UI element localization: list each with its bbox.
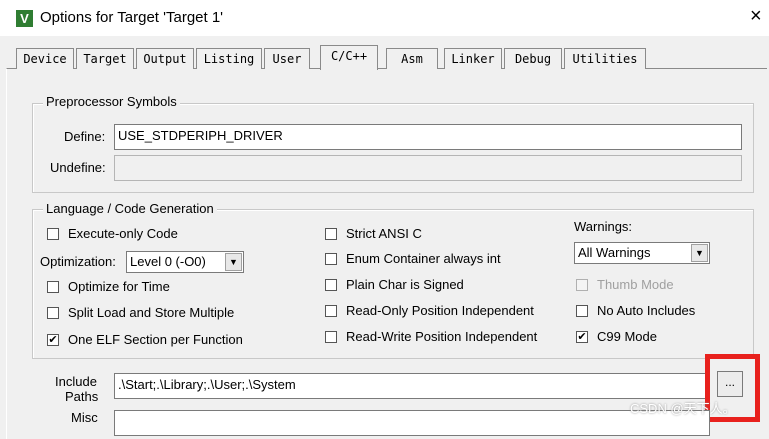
split-load-label: Split Load and Store Multiple [68,305,235,320]
tab-c-cpp[interactable]: C/C++ [320,45,378,70]
strict-ansi-label: Strict ANSI C [346,226,422,241]
tab-output[interactable]: Output [136,48,194,69]
chevron-down-icon[interactable]: ▼ [225,253,242,271]
warnings-label: Warnings: [574,219,633,234]
optimize-time-label: Optimize for Time [68,279,170,294]
rw-pi-checkbox[interactable] [325,331,337,343]
undefine-input[interactable] [114,155,742,181]
thumb-mode-label: Thumb Mode [597,277,674,292]
optimize-time-checkbox[interactable] [47,281,59,293]
define-label: Define: [64,129,106,144]
include-label-line1: Include [55,374,97,389]
watermark: CSDN @天下人。 [630,401,736,416]
c99-mode-label: C99 Mode [597,329,657,344]
optimization-label: Optimization: [40,254,116,269]
window-title: Options for Target 'Target 1' [40,9,224,26]
preprocessor-legend: Preprocessor Symbols [43,94,180,109]
tab-target[interactable]: Target [76,48,134,69]
strict-ansi-checkbox[interactable] [325,228,337,240]
tab-device[interactable]: Device [16,48,74,69]
warnings-value: All Warnings [578,245,651,260]
close-icon[interactable]: × [750,5,762,28]
plain-char-label: Plain Char is Signed [346,277,464,292]
misc-label: Misc [71,410,98,425]
codegen-legend: Language / Code Generation [43,201,217,216]
tab-debug[interactable]: Debug [504,48,562,69]
optimization-select[interactable]: Level 0 (-O0) ▼ [126,251,244,273]
tab-user[interactable]: User [264,48,310,69]
execute-only-checkbox[interactable] [47,228,59,240]
one-elf-checkbox[interactable]: ✔ [47,334,59,346]
warnings-select[interactable]: All Warnings ▼ [574,242,710,264]
chevron-down-icon[interactable]: ▼ [691,244,708,262]
define-input[interactable]: USE_STDPERIPH_DRIVER [114,124,742,150]
enum-int-label: Enum Container always int [346,251,501,266]
no-auto-includes-checkbox[interactable] [576,305,588,317]
tab-asm[interactable]: Asm [386,48,438,69]
keil-app-icon: V [16,10,33,27]
c99-mode-checkbox[interactable]: ✔ [576,331,588,343]
ro-pi-checkbox[interactable] [325,305,337,317]
plain-char-checkbox[interactable] [325,279,337,291]
optimization-value: Level 0 (-O0) [130,254,206,269]
misc-controls-input[interactable] [114,410,710,436]
include-label-line2: Paths [65,389,99,404]
rw-pi-label: Read-Write Position Independent [346,329,538,344]
tab-linker[interactable]: Linker [444,48,502,69]
execute-only-label: Execute-only Code [68,226,178,241]
include-paths-label: Include Paths [55,374,98,404]
ro-pi-label: Read-Only Position Independent [346,303,534,318]
include-paths-input[interactable]: .\Start;.\Library;.\User;.\System [114,373,710,399]
split-load-checkbox[interactable] [47,307,59,319]
thumb-mode-checkbox [576,279,588,291]
undefine-label: Undefine: [50,160,106,175]
one-elf-label: One ELF Section per Function [68,332,243,347]
enum-int-checkbox[interactable] [325,253,337,265]
no-auto-includes-label: No Auto Includes [597,303,696,318]
tab-listing[interactable]: Listing [196,48,262,69]
tab-utilities[interactable]: Utilities [564,48,646,69]
